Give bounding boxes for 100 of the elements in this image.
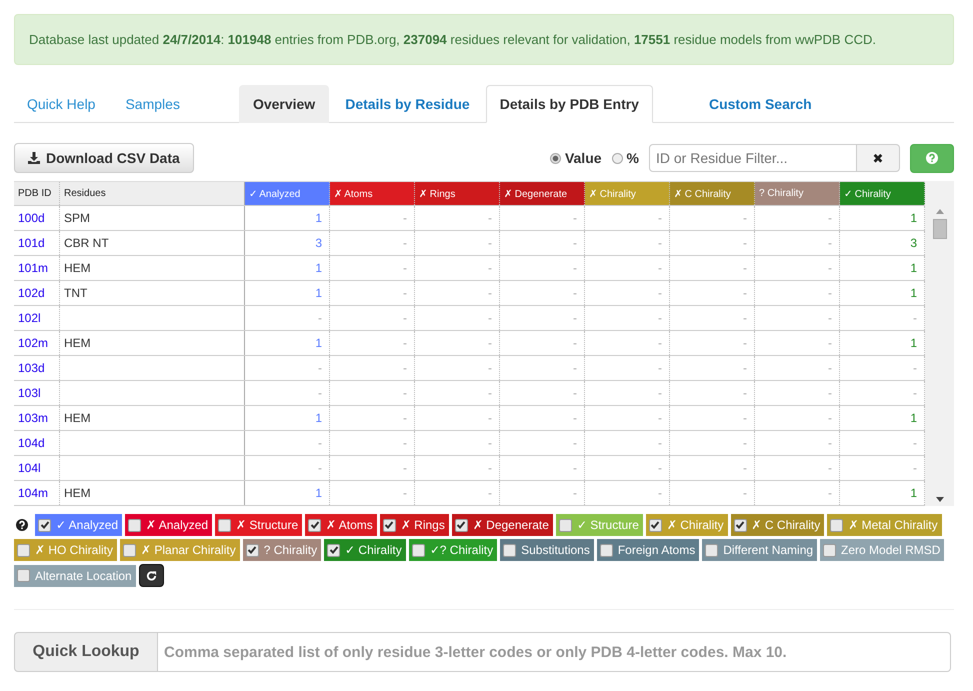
filter-toggle[interactable]: Zero Model RMSD (820, 539, 944, 561)
checkbox[interactable] (734, 518, 747, 532)
radio-button[interactable] (550, 152, 561, 164)
filter-toggle[interactable]: ✗ Rings (380, 514, 449, 536)
filter-toggle[interactable]: ✗ Structure (215, 514, 302, 536)
help-button[interactable] (910, 144, 954, 172)
clear-button[interactable]: ✖ (857, 144, 900, 172)
filter-toggle[interactable]: ✗ Analyzed (125, 514, 212, 536)
scroll-down-icon[interactable] (936, 497, 944, 502)
tab[interactable]: Custom Search (694, 85, 826, 123)
table-cell: - (330, 456, 415, 480)
nav-link[interactable]: Samples (112, 86, 193, 122)
pdb-id-link[interactable]: 102l (14, 306, 60, 330)
checkbox[interactable] (558, 518, 572, 532)
quick-lookup-field[interactable]: Comma separated list of only residue 3-letter codes or only PDB 4-letter codes. Max 10. (158, 632, 951, 672)
table-cell: - (670, 481, 755, 505)
nav-link[interactable]: Quick Help (14, 86, 108, 122)
filter-toggle[interactable]: ✗ Chirality (646, 514, 728, 536)
column-header[interactable]: ✗ Rings (415, 182, 500, 205)
checkbox[interactable] (648, 518, 662, 532)
scroll-thumb[interactable] (932, 219, 946, 239)
pdb-id-link[interactable]: 100d (14, 206, 60, 230)
column-header[interactable]: PDB ID (14, 182, 60, 205)
filter-toggle[interactable]: ✗ Atoms (305, 514, 377, 536)
pdb-id-link[interactable]: 104l (14, 456, 60, 480)
table-cell: - (330, 481, 415, 505)
tab[interactable]: Details by PDB Entry (486, 85, 653, 123)
checkbox[interactable] (218, 518, 232, 532)
filter-toggle[interactable]: Substitutions (500, 539, 594, 561)
tab[interactable]: Overview (238, 85, 330, 123)
table-cell: - (755, 331, 840, 355)
filter-field[interactable]: ID or Residue Filter... (649, 144, 857, 172)
table-cell: - (585, 331, 670, 355)
checkbox[interactable] (454, 518, 468, 532)
checkbox[interactable] (503, 544, 516, 556)
pdb-id-link[interactable]: 103d (14, 356, 60, 380)
pdb-id-link[interactable]: 103l (14, 381, 60, 405)
table-cell: - (500, 331, 585, 355)
filter-toggle[interactable]: ? Chirality (242, 539, 322, 561)
checkbox[interactable] (128, 518, 142, 532)
column-header[interactable]: ✓ Chirality (840, 182, 925, 205)
column-header[interactable]: ✓ Analyzed (245, 182, 330, 205)
table-cell: - (330, 281, 415, 305)
checkbox[interactable] (327, 544, 340, 556)
table-cell: HEM (60, 256, 245, 280)
filter-toggle[interactable]: ✓? Chirality (408, 539, 498, 561)
pdb-id-link[interactable]: 104d (14, 431, 60, 455)
filter-toggle[interactable]: ✗ Metal Chirality (827, 514, 942, 536)
table-cell: - (755, 381, 840, 405)
refresh-button[interactable] (138, 564, 164, 587)
table-cell: HEM (60, 481, 245, 505)
column-header[interactable]: ✗ Degenerate (500, 182, 585, 205)
filter-toggle[interactable]: Different Naming (702, 539, 818, 561)
filter-toggle[interactable]: ✗ Degenerate (452, 514, 553, 536)
scroll-up-icon[interactable] (936, 209, 944, 214)
tab[interactable]: Details by Residue (331, 85, 484, 123)
checkbox[interactable] (17, 569, 30, 582)
checkbox[interactable] (830, 518, 844, 532)
pdb-id-link[interactable]: 101d (14, 231, 60, 255)
check-icon (650, 520, 660, 530)
checkbox[interactable] (308, 518, 322, 532)
pdb-id-link[interactable]: 102d (14, 281, 60, 305)
column-header[interactable]: ✗ C Chirality (670, 182, 755, 205)
table-cell: - (245, 306, 330, 330)
refresh-icon (146, 570, 157, 582)
column-header[interactable]: Residues (60, 182, 245, 205)
checkbox[interactable] (123, 544, 136, 556)
pdb-id-link[interactable]: 103m (14, 406, 60, 430)
filter-toggle[interactable]: ✗ HO Chirality (14, 539, 118, 561)
checkbox[interactable] (823, 544, 836, 556)
download-icon (28, 152, 40, 164)
scrollbar[interactable] (925, 181, 954, 506)
download-button[interactable]: Download CSV Data (14, 143, 194, 173)
checkbox[interactable] (705, 544, 718, 556)
filter-toggle[interactable]: ✓ Analyzed (35, 514, 122, 536)
filter-toggle[interactable]: Foreign Atoms (596, 539, 700, 561)
pdb-id-link[interactable]: 104m (14, 481, 60, 505)
table-cell: - (415, 331, 500, 355)
column-header[interactable]: ✗ Atoms (330, 182, 415, 205)
table-cell: 1 (245, 281, 330, 305)
column-header[interactable]: ? Chirality (755, 182, 840, 205)
checkbox[interactable] (412, 544, 425, 556)
radio-button[interactable] (612, 152, 623, 164)
filter-toggle[interactable]: ✓ Chirality (324, 539, 406, 561)
table-cell: 1 (245, 256, 330, 280)
pdb-id-link[interactable]: 101m (14, 256, 60, 280)
pdb-id-link[interactable]: 102m (14, 331, 60, 355)
column-header[interactable]: ✗ Chirality (585, 182, 670, 205)
filter-toggle[interactable]: Alternate Location (14, 564, 136, 586)
help-icon[interactable] (16, 519, 28, 531)
table-cell: - (500, 356, 585, 380)
table-cell: - (670, 256, 755, 280)
checkbox[interactable] (17, 544, 30, 556)
checkbox[interactable] (38, 518, 51, 532)
checkbox[interactable] (600, 544, 613, 556)
checkbox[interactable] (382, 518, 396, 532)
checkbox[interactable] (246, 544, 259, 556)
table-cell: - (585, 256, 670, 280)
table-cell: HEM (60, 406, 245, 430)
filter-toggle[interactable]: ✗ C Chirality (730, 514, 824, 536)
